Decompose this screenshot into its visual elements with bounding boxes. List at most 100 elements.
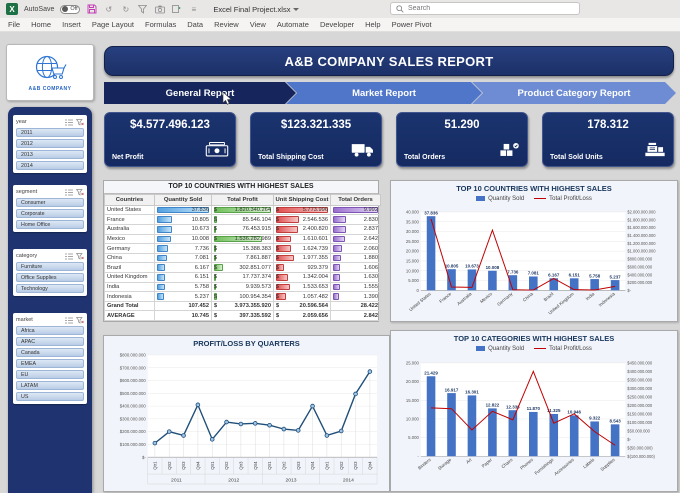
- cell-value: 1.390: [363, 293, 378, 300]
- row-label: Grand Total: [104, 300, 155, 312]
- slicer-item-technology[interactable]: Technology: [16, 284, 84, 293]
- data-bar: [333, 264, 341, 272]
- svg-text:$-: $-: [142, 455, 146, 460]
- currency-symbol: $: [276, 303, 280, 310]
- slicer-item-eu[interactable]: EU: [16, 370, 84, 379]
- filter-funnel-icon[interactable]: [137, 4, 148, 15]
- menu-power-pivot[interactable]: Power Pivot: [392, 20, 432, 29]
- cell-value: 2.060: [363, 245, 378, 252]
- document-title[interactable]: Excel Final Project.xlsx: [213, 5, 300, 14]
- chart-title: TOP 10 CATEGORIES WITH HIGHEST SALES: [453, 334, 615, 343]
- svg-text:$1.000.000.000: $1.000.000.000: [627, 249, 656, 254]
- menu-insert[interactable]: Insert: [62, 20, 81, 29]
- slicer-item-us[interactable]: US: [16, 392, 84, 401]
- menu-formulas[interactable]: Formulas: [145, 20, 176, 29]
- currency-symbol: $: [214, 293, 218, 300]
- slicer-item-corporate[interactable]: Corporate: [16, 209, 84, 218]
- tab-general-report[interactable]: General Report: [104, 82, 296, 104]
- svg-text:Qtr4: Qtr4: [367, 461, 372, 470]
- menu-view[interactable]: View: [250, 20, 266, 29]
- legend-label: Quantity Sold: [488, 195, 525, 202]
- svg-text:Qtr1: Qtr1: [152, 461, 157, 470]
- new-sheet-icon[interactable]: [171, 4, 182, 15]
- svg-text:$200.000.000: $200.000.000: [120, 429, 147, 434]
- svg-text:$300.000.000: $300.000.000: [120, 416, 147, 421]
- clear-filter-icon[interactable]: [75, 311, 84, 329]
- menu-automate[interactable]: Automate: [277, 20, 309, 29]
- country-name: United States: [104, 204, 155, 216]
- svg-text:10.805: 10.805: [445, 263, 459, 268]
- cell: 2.837: [330, 224, 381, 235]
- menu-data[interactable]: Data: [187, 20, 203, 29]
- menu-help[interactable]: Help: [365, 20, 380, 29]
- autosave-toggle[interactable]: Off: [60, 4, 81, 14]
- data-bar: [157, 254, 167, 262]
- slicer-item-canada[interactable]: Canada: [16, 348, 84, 357]
- svg-text:40.000: 40.000: [406, 209, 420, 214]
- currency-symbol: $: [214, 216, 218, 223]
- redo-icon[interactable]: ↻: [120, 4, 131, 15]
- kpi-value: 178.312: [587, 119, 629, 131]
- svg-text:16.301: 16.301: [465, 390, 479, 395]
- cell-value: 1.533.653: [302, 283, 328, 290]
- svg-text:Paper: Paper: [481, 457, 494, 469]
- slicer-item-latam[interactable]: LATAM: [16, 381, 84, 390]
- slicer-item-2012[interactable]: 2012: [16, 139, 84, 148]
- data-bar: [157, 245, 168, 252]
- slicer-item-home-office[interactable]: Home Office: [16, 220, 84, 229]
- country-name: United Kingdom: [104, 272, 155, 283]
- svg-text:Labels: Labels: [582, 457, 596, 470]
- svg-text:-: -: [417, 454, 419, 459]
- col-unit-shipping-cost: Unit Shipping Cost: [273, 193, 331, 206]
- col-quantity-sold: Quantity Sold: [154, 193, 212, 206]
- slicer-item-2013[interactable]: 2013: [16, 150, 84, 159]
- more-commands-icon[interactable]: ≡: [188, 4, 199, 15]
- cell: 1.606: [330, 262, 381, 274]
- cell-value: 2.837: [363, 226, 378, 233]
- slicer-item-apac[interactable]: APAC: [16, 337, 84, 346]
- country-name: France: [104, 214, 155, 226]
- multi-select-icon[interactable]: [65, 311, 73, 329]
- menu-review[interactable]: Review: [214, 20, 239, 29]
- menu-developer[interactable]: Developer: [320, 20, 354, 29]
- tab-market-report[interactable]: Market Report: [286, 82, 482, 104]
- menu-file[interactable]: File: [8, 20, 20, 29]
- multi-select-icon[interactable]: [65, 183, 73, 201]
- cell: 1.555: [330, 281, 381, 293]
- cell: 2.830: [330, 214, 381, 226]
- cell-value: 2.546.536: [302, 216, 328, 223]
- svg-text:Supplies: Supplies: [599, 457, 616, 472]
- svg-text:10.000: 10.000: [406, 268, 420, 273]
- kpi-total-shipping-cost: $123.321.335 Total Shipping Cost: [250, 112, 382, 167]
- multi-select-icon[interactable]: [65, 113, 73, 131]
- table-row-germany: Germany 7.736 $15.388.383 $1.624.739 2.060: [104, 243, 381, 254]
- multi-select-icon[interactable]: [65, 247, 73, 265]
- slicer-item-emea[interactable]: EMEA: [16, 359, 84, 368]
- undo-icon[interactable]: ↺: [103, 4, 114, 15]
- cell: $2.546.536: [273, 214, 331, 226]
- tab-product-category-report[interactable]: Product Category Report: [472, 82, 676, 104]
- svg-text:5.000: 5.000: [408, 435, 419, 440]
- svg-text:Qtr1: Qtr1: [324, 461, 329, 470]
- menu-page-layout[interactable]: Page Layout: [92, 20, 134, 29]
- slicer-item-office-supplies[interactable]: Office Supplies: [16, 273, 84, 282]
- table-row-united-kingdom: United Kingdom 6.151 $17.737.374 $1.342.004…: [104, 272, 381, 283]
- cell: $100.954.354: [211, 291, 274, 302]
- save-icon[interactable]: [86, 4, 97, 15]
- clear-filter-icon[interactable]: [75, 183, 84, 201]
- slicer-item-2014[interactable]: 2014: [16, 161, 84, 170]
- svg-text:Germany: Germany: [496, 291, 514, 307]
- cell: $1.977.355: [273, 252, 331, 264]
- currency-symbol: $: [276, 312, 280, 319]
- clear-filter-icon[interactable]: [75, 113, 84, 131]
- svg-text:$(50.000.000): $(50.000.000): [627, 445, 653, 450]
- search-box[interactable]: [390, 2, 580, 15]
- col-total-orders: Total Orders: [330, 193, 381, 206]
- cell-value: 10.008: [191, 235, 209, 242]
- search-input[interactable]: [408, 5, 558, 12]
- clear-filter-icon[interactable]: [75, 247, 84, 265]
- cell-value: 1.880: [363, 255, 378, 262]
- cell: 9.992: [330, 204, 381, 216]
- menu-home[interactable]: Home: [31, 20, 51, 29]
- camera-icon[interactable]: [154, 4, 165, 15]
